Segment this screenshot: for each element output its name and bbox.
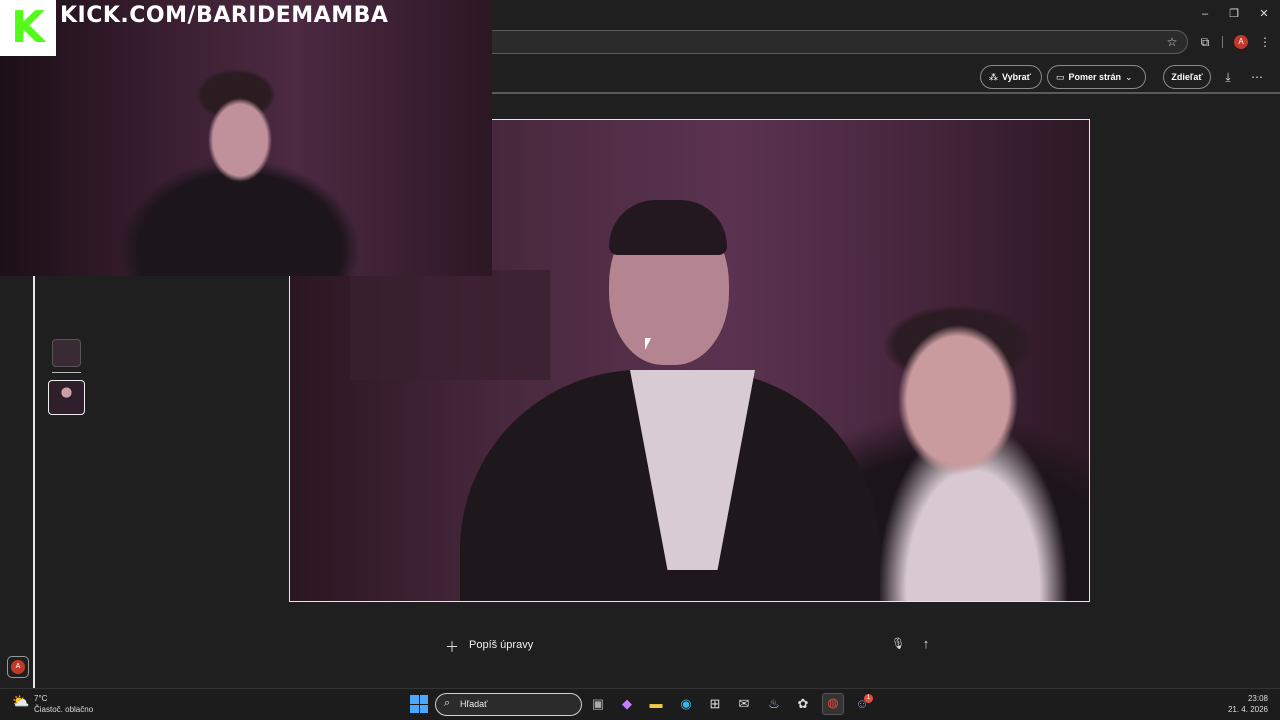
- clock-time[interactable]: 23:08: [1244, 694, 1268, 703]
- close-button[interactable]: ✕: [1254, 6, 1274, 22]
- restore-button[interactable]: ❐: [1224, 6, 1244, 22]
- profile-avatar[interactable]: A: [1234, 35, 1248, 49]
- taskbar-search-box[interactable]: [435, 693, 582, 716]
- kebab-icon[interactable]: ⋮: [1257, 34, 1273, 50]
- kick-logo-letter: K: [10, 2, 46, 53]
- share-button[interactable]: Zdieľať: [1163, 65, 1211, 89]
- file-explorer-icon[interactable]: ▬: [647, 695, 665, 713]
- select-button[interactable]: ⁂ Vybrať: [980, 65, 1042, 89]
- aspect-ratio-icon: ▭: [1056, 72, 1065, 82]
- aspect-ratio-dropdown[interactable]: ▭ Pomer strán ⌄: [1047, 65, 1146, 89]
- download-icon[interactable]: ⤓: [1220, 69, 1236, 85]
- discord-badge: 1: [864, 694, 873, 703]
- magic-select-icon: ⁂: [989, 72, 998, 82]
- minimize-button[interactable]: –: [1195, 6, 1215, 22]
- thumbnail-2-selected[interactable]: [48, 380, 85, 415]
- chevron-down-icon: ⌄: [1125, 72, 1133, 82]
- aspect-ratio-label: Pomer strán: [1068, 72, 1122, 82]
- window-titlebar: [492, 0, 1280, 30]
- weather-temperature[interactable]: 7°C: [34, 694, 47, 703]
- plus-icon[interactable]: ＋: [445, 637, 459, 655]
- thumbnail-1[interactable]: [52, 339, 81, 367]
- edge-icon[interactable]: ◉: [677, 695, 695, 713]
- toolbar-divider: [1222, 36, 1223, 48]
- taskbar: [0, 688, 1280, 720]
- more-options-icon[interactable]: ⋯: [1249, 69, 1265, 85]
- share-label: Zdieľať: [1171, 72, 1203, 82]
- taskbar-search-placeholder[interactable]: Hľadať: [460, 699, 488, 709]
- person-hair: [609, 200, 727, 255]
- account-avatar[interactable]: A: [11, 660, 25, 674]
- edit-prompt-input[interactable]: Popíš úpravy: [469, 639, 533, 651]
- star-icon[interactable]: ☆: [1164, 34, 1180, 50]
- puzzle-icon[interactable]: ⧉: [1197, 34, 1213, 50]
- webcam-overlay: [0, 0, 492, 276]
- send-arrow-icon[interactable]: ↑: [919, 636, 933, 652]
- weather-description[interactable]: Čiastoč. oblačno: [34, 705, 93, 714]
- clock-date[interactable]: 21. 4. 2026: [1222, 705, 1268, 714]
- store-icon[interactable]: ⊞: [706, 695, 724, 713]
- chrome-icon[interactable]: ◍: [822, 693, 844, 715]
- windows-start-icon[interactable]: [410, 695, 428, 713]
- search-icon: ⌕: [444, 697, 451, 709]
- chatgpt-icon[interactable]: ✿: [794, 695, 812, 713]
- background-window: [350, 270, 550, 380]
- microphone-icon[interactable]: 🎙: [891, 637, 905, 653]
- kick-logo: K: [0, 0, 56, 56]
- mouse-cursor: [645, 338, 651, 350]
- steam-icon[interactable]: ♨: [765, 695, 783, 713]
- copilot-icon[interactable]: ◆: [618, 695, 636, 713]
- select-label: Vybrať: [1002, 72, 1031, 82]
- outlook-icon[interactable]: ✉: [735, 695, 753, 713]
- address-bar[interactable]: [492, 30, 1188, 54]
- thumbnail-divider: [52, 372, 81, 373]
- task-view-icon[interactable]: ▣: [589, 695, 607, 713]
- left-panel: [0, 276, 35, 688]
- channel-url: KICK.COM/BARIDEMAMBA: [60, 3, 389, 28]
- weather-icon[interactable]: ⛅: [12, 693, 32, 709]
- app-toolbar: [492, 58, 1280, 94]
